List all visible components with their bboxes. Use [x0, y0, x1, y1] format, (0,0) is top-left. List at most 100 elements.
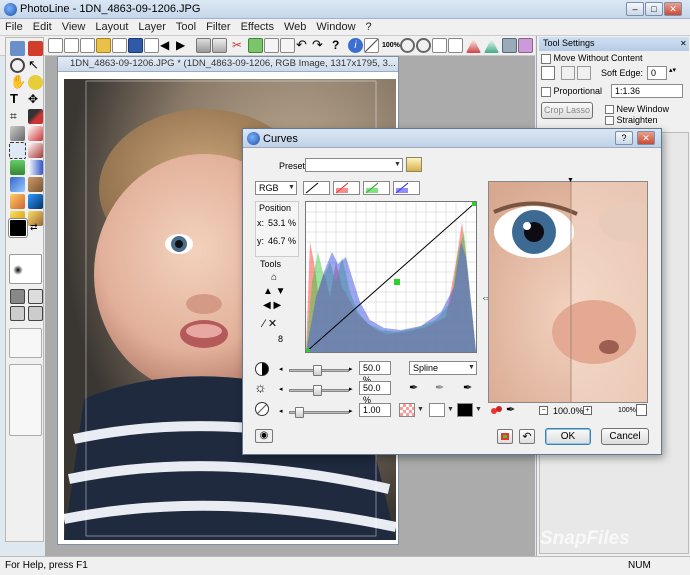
eraser-tool-icon[interactable]: [28, 126, 43, 141]
document-icon[interactable]: [80, 38, 95, 53]
slider1-left-arrow-icon[interactable]: ◂: [279, 365, 283, 373]
preset-save-icon[interactable]: [406, 157, 422, 172]
curves-close-button[interactable]: ✕: [637, 131, 655, 145]
slider3-left-arrow-icon[interactable]: ◂: [279, 407, 283, 415]
new-file-icon[interactable]: [48, 38, 63, 53]
crop-tool-icon[interactable]: ⌗: [10, 109, 25, 124]
full-view-icon[interactable]: [448, 38, 463, 53]
cancel-button[interactable]: Cancel: [601, 428, 649, 445]
zoom-out-icon[interactable]: [416, 38, 431, 53]
slider1-right-arrow-icon[interactable]: ▸: [349, 365, 353, 373]
text-tool-icon[interactable]: T: [10, 92, 25, 107]
menu-edit[interactable]: Edit: [28, 19, 57, 35]
redo-icon[interactable]: ↷: [312, 38, 327, 53]
foreground-color-swatch[interactable]: [8, 218, 28, 238]
zoom-100-icon[interactable]: 100%: [382, 38, 400, 53]
paste-new-icon[interactable]: [280, 38, 295, 53]
ellipse-tool-icon[interactable]: [28, 75, 43, 90]
menu-help[interactable]: ?: [361, 19, 377, 35]
menu-tool[interactable]: Tool: [171, 19, 201, 35]
palette-icon[interactable]: [502, 38, 517, 53]
gradient-tool-icon[interactable]: [28, 160, 43, 175]
close-button[interactable]: ✕: [664, 2, 682, 16]
back-icon[interactable]: ◀: [160, 38, 175, 53]
plugin-icon[interactable]: [518, 38, 533, 53]
gray-color-swatch[interactable]: [429, 403, 445, 417]
menu-layer[interactable]: Layer: [133, 19, 171, 35]
preview-area[interactable]: [488, 181, 648, 403]
save-icon[interactable]: [128, 38, 143, 53]
proportional-checkbox[interactable]: Proportional: [541, 86, 602, 97]
curve-graph[interactable]: [305, 201, 477, 353]
menu-window[interactable]: Window: [311, 19, 360, 35]
hand-tool-icon[interactable]: ✋: [10, 75, 26, 90]
soft-edge-spinner-icon[interactable]: ▴▾: [669, 66, 676, 74]
brightness-value[interactable]: 50.0 %: [359, 381, 391, 405]
preview-picker-icon[interactable]: ✒: [506, 403, 515, 416]
preview-split-marker-icon[interactable]: ▼: [567, 177, 574, 184]
zoom-tool-icon[interactable]: [10, 58, 25, 73]
save-as-icon[interactable]: [144, 38, 159, 53]
mask-mode-icon[interactable]: [10, 289, 25, 304]
menu-filter[interactable]: Filter: [201, 19, 235, 35]
menu-view[interactable]: View: [57, 19, 91, 35]
reset-icon[interactable]: ↶: [519, 429, 535, 444]
y-value[interactable]: 46.7 %: [268, 236, 296, 246]
blue-curve-button[interactable]: [393, 181, 420, 195]
menu-layout[interactable]: Layout: [90, 19, 133, 35]
gray-point-picker-icon[interactable]: ✒: [435, 381, 444, 394]
slider3-right-arrow-icon[interactable]: ▸: [349, 407, 353, 415]
preview-toggle-eye-icon[interactable]: ◉: [255, 429, 273, 443]
zoom-in-icon[interactable]: [400, 38, 415, 53]
forward-icon[interactable]: ▶: [176, 38, 191, 53]
stamp-tool-icon[interactable]: [28, 177, 43, 192]
red-curve-button[interactable]: [333, 181, 360, 195]
copy-icon[interactable]: [248, 38, 263, 53]
smudge-tool-icon[interactable]: [10, 194, 25, 209]
gamma-value[interactable]: 1.00: [359, 403, 391, 417]
grid-icon[interactable]: [561, 66, 575, 80]
contrast-slider-thumb[interactable]: [313, 365, 322, 376]
curve-tool-icon[interactable]: ⌂: [271, 272, 277, 283]
fit-window-icon[interactable]: [432, 38, 447, 53]
apply-preview-icon[interactable]: [497, 429, 513, 444]
zoom-plus-icon[interactable]: +: [583, 406, 592, 415]
zoom-minus-icon[interactable]: −: [539, 406, 548, 415]
white-point-picker-icon[interactable]: ✒: [463, 381, 472, 394]
cut-icon[interactable]: ✂: [232, 38, 247, 53]
pointer-tool-icon[interactable]: ↖: [28, 58, 43, 73]
move-point-up-icon[interactable]: ▲ ▼: [263, 287, 286, 297]
open-folder-icon[interactable]: [96, 38, 111, 53]
curves-help-button[interactable]: ?: [615, 131, 633, 145]
slider2-right-arrow-icon[interactable]: ▸: [349, 385, 353, 393]
undo-icon[interactable]: ↶: [296, 38, 311, 53]
ratio-input[interactable]: 1:1.36: [611, 84, 683, 98]
brightness-slider-thumb[interactable]: [313, 385, 322, 396]
fill-tool-icon[interactable]: [10, 160, 25, 175]
preset-dropdown-icon[interactable]: ▼: [393, 159, 402, 171]
x-value[interactable]: 53.1 %: [268, 218, 296, 228]
black-color-swatch[interactable]: [399, 403, 415, 417]
preset-select[interactable]: [305, 158, 403, 172]
clone-tool-icon[interactable]: [10, 177, 25, 192]
view-mode-icon[interactable]: [10, 306, 25, 321]
slider2-left-arrow-icon[interactable]: ◂: [279, 385, 283, 393]
rgb-curve-button[interactable]: [303, 181, 330, 195]
sharpen-tool-icon[interactable]: [28, 194, 43, 209]
color-picker-icon[interactable]: [491, 405, 503, 415]
grid-plus-icon[interactable]: [577, 66, 591, 80]
selection-tool-icon[interactable]: [9, 142, 26, 159]
line-tool-icon[interactable]: [364, 38, 379, 53]
print-icon[interactable]: [212, 38, 227, 53]
contrast-value[interactable]: 50.0 %: [359, 361, 391, 385]
gray-swatch-dropdown-icon[interactable]: ▼: [446, 404, 455, 416]
menu-file[interactable]: File: [0, 19, 28, 35]
fullscreen-mode-icon[interactable]: [28, 306, 43, 321]
straighten-checkbox[interactable]: Straighten: [605, 115, 658, 126]
quick-mask-icon[interactable]: [28, 289, 43, 304]
scanner-icon[interactable]: [196, 38, 211, 53]
pencil-tool-icon[interactable]: ⁄ ✕: [263, 317, 277, 330]
white-swatch-dropdown-icon[interactable]: ▼: [474, 404, 483, 416]
crop-lasso-button[interactable]: Crop Lasso: [541, 102, 593, 119]
whats-this-icon[interactable]: ?: [332, 38, 347, 53]
